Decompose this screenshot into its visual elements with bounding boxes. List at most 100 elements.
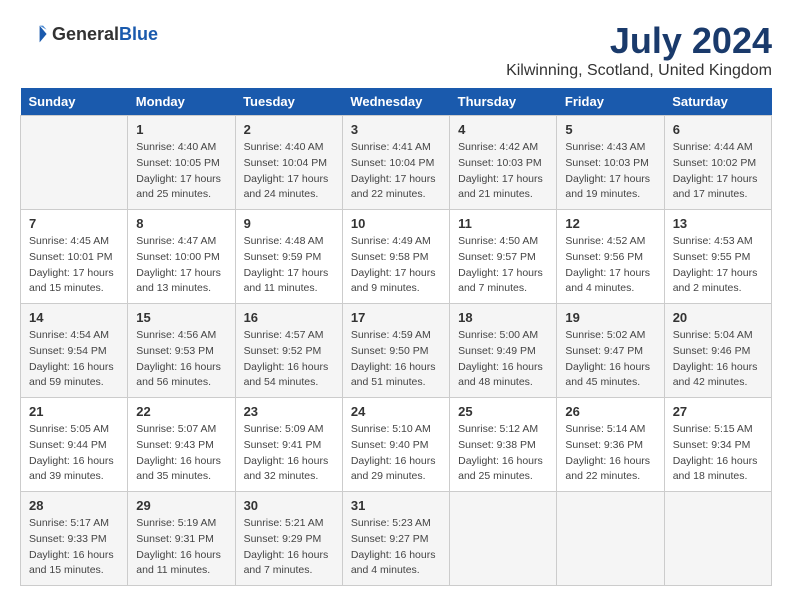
- calendar-cell: 5 Sunrise: 4:43 AMSunset: 10:03 PMDayligh…: [557, 116, 664, 210]
- day-number: 11: [458, 216, 548, 231]
- day-info: Sunrise: 4:49 AMSunset: 9:58 PMDaylight:…: [351, 234, 441, 297]
- day-info: Sunrise: 5:15 AMSunset: 9:34 PMDaylight:…: [673, 422, 763, 485]
- calendar-cell: 19Sunrise: 5:02 AMSunset: 9:47 PMDayligh…: [557, 304, 664, 398]
- calendar-cell: 9 Sunrise: 4:48 AMSunset: 9:59 PMDaylight…: [235, 210, 342, 304]
- day-number: 5: [565, 122, 655, 137]
- day-header-monday: Monday: [128, 88, 235, 116]
- calendar-cell: 1 Sunrise: 4:40 AMSunset: 10:05 PMDayligh…: [128, 116, 235, 210]
- day-info: Sunrise: 4:40 AMSunset: 10:05 PMDaylight…: [136, 140, 226, 203]
- calendar-cell: 14 Sunrise: 4:54 AMSunset: 9:54 PMDayligh…: [21, 304, 128, 398]
- calendar-cell: 18 Sunrise: 5:00 AMSunset: 9:49 PMDayligh…: [450, 304, 557, 398]
- day-number: 23: [244, 404, 334, 419]
- calendar-cell: [664, 492, 771, 586]
- day-number: 16: [244, 310, 334, 325]
- day-info: Sunrise: 4:52 AMSunset: 9:56 PMDaylight:…: [565, 234, 655, 297]
- day-info: Sunrise: 5:19 AMSunset: 9:31 PMDaylight:…: [136, 516, 226, 579]
- calendar-cell: 7Sunrise: 4:45 AMSunset: 10:01 PMDayligh…: [21, 210, 128, 304]
- day-number: 28: [29, 498, 119, 513]
- day-number: 8: [136, 216, 226, 231]
- day-info: Sunrise: 5:00 AMSunset: 9:49 PMDaylight:…: [458, 328, 548, 391]
- logo-general-text: General: [52, 24, 119, 44]
- calendar-cell: 3 Sunrise: 4:41 AMSunset: 10:04 PMDayligh…: [342, 116, 449, 210]
- day-number: 30: [244, 498, 334, 513]
- day-number: 21: [29, 404, 119, 419]
- day-number: 3: [351, 122, 441, 137]
- day-number: 22: [136, 404, 226, 419]
- day-number: 17: [351, 310, 441, 325]
- day-number: 27: [673, 404, 763, 419]
- week-row-2: 7Sunrise: 4:45 AMSunset: 10:01 PMDayligh…: [21, 210, 772, 304]
- day-number: 4: [458, 122, 548, 137]
- logo-blue-text: Blue: [119, 24, 158, 44]
- day-info: Sunrise: 4:59 AMSunset: 9:50 PMDaylight:…: [351, 328, 441, 391]
- day-info: Sunrise: 5:07 AMSunset: 9:43 PMDaylight:…: [136, 422, 226, 485]
- calendar-cell: 8 Sunrise: 4:47 AMSunset: 10:00 PMDayligh…: [128, 210, 235, 304]
- day-number: 20: [673, 310, 763, 325]
- calendar-cell: [21, 116, 128, 210]
- calendar-cell: 4 Sunrise: 4:42 AMSunset: 10:03 PMDayligh…: [450, 116, 557, 210]
- day-number: 6: [673, 122, 763, 137]
- calendar-cell: 20 Sunrise: 5:04 AMSunset: 9:46 PMDayligh…: [664, 304, 771, 398]
- calendar-cell: 26 Sunrise: 5:14 AMSunset: 9:36 PMDayligh…: [557, 398, 664, 492]
- calendar-cell: 25Sunrise: 5:12 AMSunset: 9:38 PMDayligh…: [450, 398, 557, 492]
- calendar-cell: 24Sunrise: 5:10 AMSunset: 9:40 PMDayligh…: [342, 398, 449, 492]
- logo: GeneralBlue: [20, 20, 158, 48]
- day-number: 31: [351, 498, 441, 513]
- calendar-cell: 21Sunrise: 5:05 AMSunset: 9:44 PMDayligh…: [21, 398, 128, 492]
- calendar-cell: 27 Sunrise: 5:15 AMSunset: 9:34 PMDayligh…: [664, 398, 771, 492]
- day-info: Sunrise: 4:54 AMSunset: 9:54 PMDaylight:…: [29, 328, 119, 391]
- day-info: Sunrise: 5:23 AMSunset: 9:27 PMDaylight:…: [351, 516, 441, 579]
- day-number: 18: [458, 310, 548, 325]
- calendar-cell: 16 Sunrise: 4:57 AMSunset: 9:52 PMDayligh…: [235, 304, 342, 398]
- calendar-cell: 6 Sunrise: 4:44 AMSunset: 10:02 PMDayligh…: [664, 116, 771, 210]
- day-info: Sunrise: 4:42 AMSunset: 10:03 PMDaylight…: [458, 140, 548, 203]
- day-info: Sunrise: 5:17 AMSunset: 9:33 PMDaylight:…: [29, 516, 119, 579]
- week-row-4: 21Sunrise: 5:05 AMSunset: 9:44 PMDayligh…: [21, 398, 772, 492]
- day-header-tuesday: Tuesday: [235, 88, 342, 116]
- day-info: Sunrise: 4:41 AMSunset: 10:04 PMDaylight…: [351, 140, 441, 203]
- calendar-cell: [557, 492, 664, 586]
- logo-icon: [20, 20, 48, 48]
- calendar-cell: 30Sunrise: 5:21 AMSunset: 9:29 PMDayligh…: [235, 492, 342, 586]
- day-number: 26: [565, 404, 655, 419]
- day-header-sunday: Sunday: [21, 88, 128, 116]
- day-info: Sunrise: 4:45 AMSunset: 10:01 PMDaylight…: [29, 234, 119, 297]
- calendar-cell: 22 Sunrise: 5:07 AMSunset: 9:43 PMDayligh…: [128, 398, 235, 492]
- day-info: Sunrise: 4:57 AMSunset: 9:52 PMDaylight:…: [244, 328, 334, 391]
- day-header-saturday: Saturday: [664, 88, 771, 116]
- day-info: Sunrise: 4:40 AMSunset: 10:04 PMDaylight…: [244, 140, 334, 203]
- day-info: Sunrise: 4:48 AMSunset: 9:59 PMDaylight:…: [244, 234, 334, 297]
- day-number: 12: [565, 216, 655, 231]
- day-number: 14: [29, 310, 119, 325]
- day-info: Sunrise: 4:44 AMSunset: 10:02 PMDaylight…: [673, 140, 763, 203]
- day-number: 15: [136, 310, 226, 325]
- day-info: Sunrise: 4:56 AMSunset: 9:53 PMDaylight:…: [136, 328, 226, 391]
- day-info: Sunrise: 4:47 AMSunset: 10:00 PMDaylight…: [136, 234, 226, 297]
- calendar-cell: 31 Sunrise: 5:23 AMSunset: 9:27 PMDayligh…: [342, 492, 449, 586]
- day-info: Sunrise: 5:04 AMSunset: 9:46 PMDaylight:…: [673, 328, 763, 391]
- calendar-cell: 29 Sunrise: 5:19 AMSunset: 9:31 PMDayligh…: [128, 492, 235, 586]
- day-info: Sunrise: 5:12 AMSunset: 9:38 PMDaylight:…: [458, 422, 548, 485]
- day-header-friday: Friday: [557, 88, 664, 116]
- day-info: Sunrise: 5:14 AMSunset: 9:36 PMDaylight:…: [565, 422, 655, 485]
- day-info: Sunrise: 4:50 AMSunset: 9:57 PMDaylight:…: [458, 234, 548, 297]
- day-header-thursday: Thursday: [450, 88, 557, 116]
- day-number: 29: [136, 498, 226, 513]
- calendar-cell: 2Sunrise: 4:40 AMSunset: 10:04 PMDayligh…: [235, 116, 342, 210]
- calendar-cell: 11 Sunrise: 4:50 AMSunset: 9:57 PMDayligh…: [450, 210, 557, 304]
- calendar-header-row: SundayMondayTuesdayWednesdayThursdayFrid…: [21, 88, 772, 116]
- calendar-cell: [450, 492, 557, 586]
- day-number: 1: [136, 122, 226, 137]
- calendar-cell: 23 Sunrise: 5:09 AMSunset: 9:41 PMDayligh…: [235, 398, 342, 492]
- day-info: Sunrise: 4:43 AMSunset: 10:03 PMDaylight…: [565, 140, 655, 203]
- calendar-body: 1 Sunrise: 4:40 AMSunset: 10:05 PMDayligh…: [21, 116, 772, 586]
- day-number: 9: [244, 216, 334, 231]
- week-row-3: 14 Sunrise: 4:54 AMSunset: 9:54 PMDayligh…: [21, 304, 772, 398]
- header: GeneralBlue July 2024 Kilwinning, Scotla…: [20, 20, 772, 80]
- title-area: July 2024 Kilwinning, Scotland, United K…: [506, 20, 772, 80]
- calendar-table: SundayMondayTuesdayWednesdayThursdayFrid…: [20, 88, 772, 586]
- day-number: 19: [565, 310, 655, 325]
- day-info: Sunrise: 5:09 AMSunset: 9:41 PMDaylight:…: [244, 422, 334, 485]
- calendar-cell: 10Sunrise: 4:49 AMSunset: 9:58 PMDayligh…: [342, 210, 449, 304]
- month-title: July 2024: [506, 20, 772, 62]
